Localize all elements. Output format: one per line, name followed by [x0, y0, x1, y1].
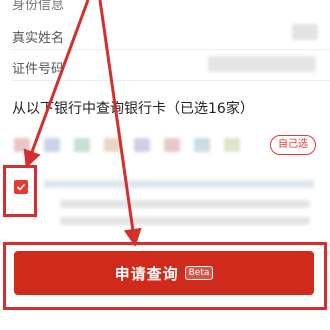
arrow-to-checkbox — [23, 0, 90, 169]
arrow-to-button — [98, 0, 142, 247]
annotation-arrows — [23, 0, 142, 247]
